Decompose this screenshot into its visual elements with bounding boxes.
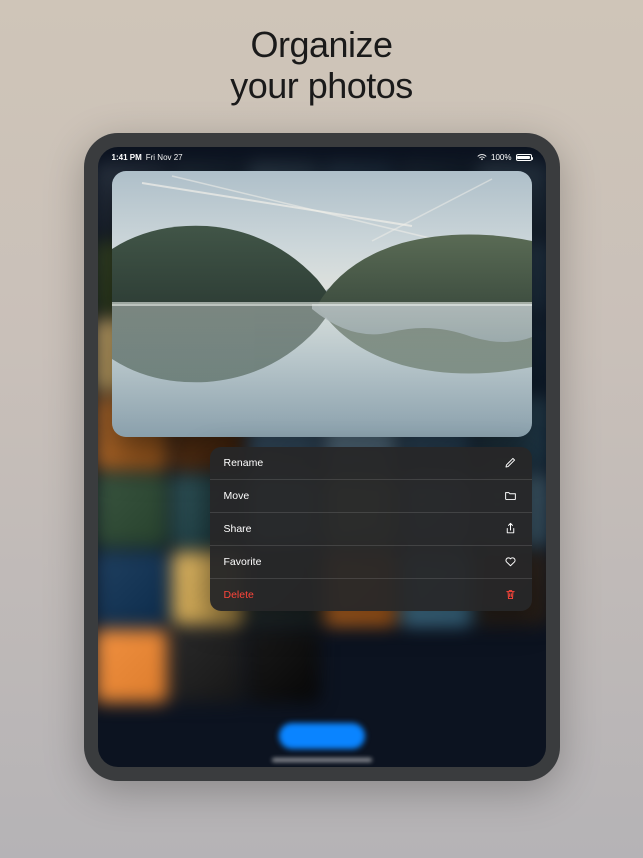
photo-thumbnail bbox=[98, 551, 167, 625]
context-menu: Rename Move Share Favorite Delete bbox=[210, 447, 532, 611]
menu-item-label: Move bbox=[224, 490, 250, 502]
status-battery-label: 100% bbox=[491, 153, 511, 162]
menu-item-label: Rename bbox=[224, 457, 264, 469]
promo-headline: Organize your photos bbox=[230, 24, 413, 107]
photo-thumbnail bbox=[171, 629, 243, 703]
menu-item-delete[interactable]: Delete bbox=[210, 579, 532, 611]
menu-item-label: Share bbox=[224, 523, 252, 535]
battery-icon bbox=[516, 154, 532, 161]
menu-item-favorite[interactable]: Favorite bbox=[210, 546, 532, 579]
tablet-device-frame: 1:41 PM Fri Nov 27 100% bbox=[84, 133, 560, 781]
status-bar: 1:41 PM Fri Nov 27 100% bbox=[98, 147, 546, 165]
status-time: 1:41 PM bbox=[112, 153, 142, 162]
tablet-screen: 1:41 PM Fri Nov 27 100% bbox=[98, 147, 546, 767]
pencil-icon bbox=[504, 456, 518, 470]
menu-item-move[interactable]: Move bbox=[210, 480, 532, 513]
menu-item-label: Delete bbox=[224, 589, 254, 601]
wifi-icon bbox=[477, 153, 487, 163]
menu-item-label: Favorite bbox=[224, 556, 262, 568]
trash-icon bbox=[504, 588, 518, 602]
photo-preview-card[interactable] bbox=[112, 171, 532, 437]
headline-line1: Organize bbox=[250, 24, 392, 65]
menu-item-share[interactable]: Share bbox=[210, 513, 532, 546]
share-icon bbox=[504, 522, 518, 536]
photo-thumbnail bbox=[98, 474, 167, 548]
status-date: Fri Nov 27 bbox=[146, 153, 183, 162]
menu-item-rename[interactable]: Rename bbox=[210, 447, 532, 480]
photo-thumbnail bbox=[247, 629, 319, 703]
headline-line2: your photos bbox=[230, 65, 413, 106]
photo-thumbnail bbox=[98, 629, 167, 703]
primary-action-button[interactable] bbox=[279, 723, 365, 749]
heart-icon bbox=[504, 555, 518, 569]
folder-icon bbox=[504, 489, 518, 503]
home-indicator bbox=[272, 758, 372, 762]
